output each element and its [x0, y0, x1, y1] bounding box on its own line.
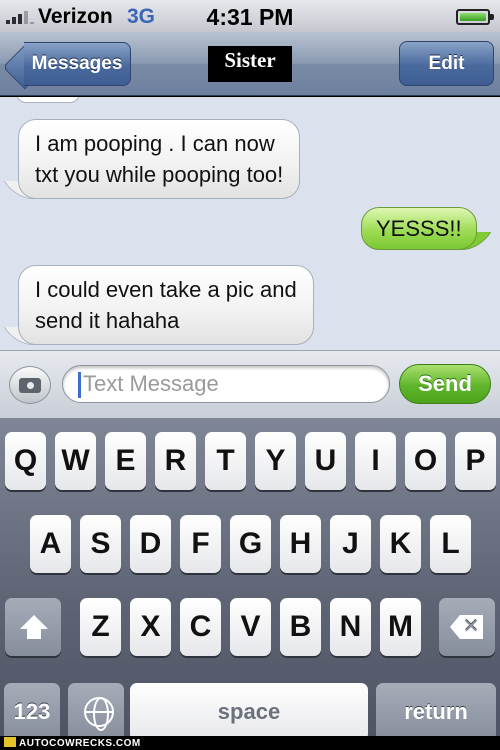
- key-w[interactable]: W: [55, 432, 96, 490]
- message-line: I could even take a pic and: [35, 277, 297, 302]
- key-b[interactable]: B: [280, 598, 321, 656]
- key-d[interactable]: D: [130, 515, 171, 573]
- key-r[interactable]: R: [155, 432, 196, 490]
- battery-icon: [456, 9, 494, 25]
- conversation-view[interactable]: I am pooping . I can now txt you while p…: [0, 97, 500, 350]
- key-x[interactable]: X: [130, 598, 171, 656]
- text-message-field[interactable]: [62, 365, 390, 403]
- key-l[interactable]: L: [430, 515, 471, 573]
- key-a[interactable]: A: [30, 515, 71, 573]
- camera-icon[interactable]: [9, 366, 51, 404]
- key-o[interactable]: O: [405, 432, 446, 490]
- key-e[interactable]: E: [105, 432, 146, 490]
- message-line: txt you while pooping too!: [35, 162, 284, 187]
- key-n[interactable]: N: [330, 598, 371, 656]
- message-bubble-incoming: I could even take a pic and send it haha…: [3, 265, 314, 345]
- globe-key[interactable]: [68, 683, 124, 741]
- message-line: YESSS!!: [376, 216, 462, 241]
- watermark-strip: AUTOCOWRECKS.COM: [0, 736, 500, 750]
- message-bubble-outgoing: YESSS!!: [361, 207, 491, 250]
- key-t[interactable]: T: [205, 432, 246, 490]
- shift-key[interactable]: [5, 598, 61, 656]
- battery-level: [460, 13, 486, 21]
- back-button-label: Messages: [24, 42, 131, 86]
- key-c[interactable]: C: [180, 598, 221, 656]
- key-q[interactable]: Q: [5, 432, 46, 490]
- key-i[interactable]: I: [355, 432, 396, 490]
- status-time: 4:31 PM: [206, 4, 294, 30]
- key-f[interactable]: F: [180, 515, 221, 573]
- navigation-bar: Messages Sister Edit: [0, 32, 500, 96]
- message-line: I am pooping . I can now: [35, 131, 275, 156]
- shift-arrow-icon: [20, 615, 48, 629]
- key-j[interactable]: J: [330, 515, 371, 573]
- numbers-key[interactable]: 123: [4, 683, 60, 741]
- message-line: send it hahaha: [35, 308, 180, 333]
- message-input[interactable]: [83, 369, 373, 399]
- site-logo-icon: [4, 737, 16, 747]
- key-g[interactable]: G: [230, 515, 271, 573]
- text-caret: [78, 372, 81, 398]
- return-key[interactable]: return: [376, 683, 496, 741]
- message-input-bar: Send: [0, 350, 500, 418]
- key-h[interactable]: H: [280, 515, 321, 573]
- message-bubble-incoming: I am pooping . I can now txt you while p…: [3, 119, 301, 199]
- key-z[interactable]: Z: [80, 598, 121, 656]
- status-bar: Verizon 3G 4:31 PM: [0, 0, 500, 32]
- globe-icon: [84, 697, 114, 731]
- key-y[interactable]: Y: [255, 432, 296, 490]
- key-m[interactable]: M: [380, 598, 421, 656]
- keyboard: ✕ 123 space return QWERTYUIOP ASDFGHJKL ZX…: [0, 418, 500, 741]
- conversation-title: Sister: [208, 46, 292, 82]
- key-v[interactable]: V: [230, 598, 271, 656]
- edit-button[interactable]: Edit: [399, 41, 494, 86]
- delete-key[interactable]: ✕: [439, 598, 495, 656]
- send-button[interactable]: Send: [399, 364, 491, 404]
- previous-message-bubble: [16, 97, 80, 103]
- key-u[interactable]: U: [305, 432, 346, 490]
- key-s[interactable]: S: [80, 515, 121, 573]
- space-key[interactable]: space: [130, 683, 368, 741]
- key-k[interactable]: K: [380, 515, 421, 573]
- key-p[interactable]: P: [455, 432, 496, 490]
- watermark-text: AUTOCOWRECKS.COM: [19, 738, 141, 749]
